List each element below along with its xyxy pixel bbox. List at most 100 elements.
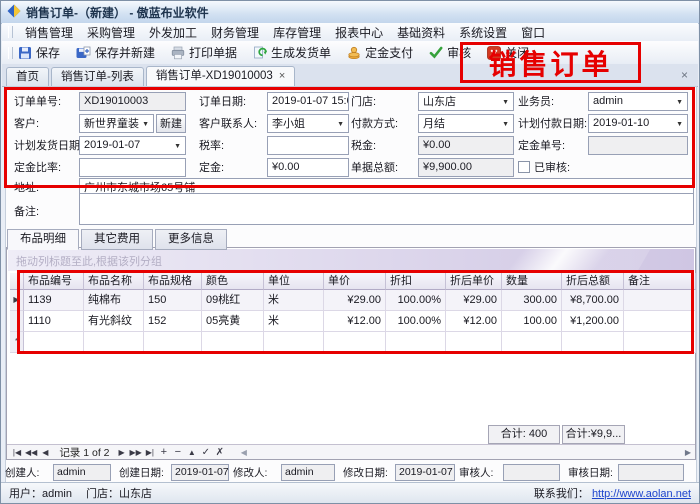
col-discounted-price[interactable]: 折后单价: [446, 273, 502, 290]
nav-last-button[interactable]: ▶|: [144, 448, 156, 457]
menu-basedata[interactable]: 基础资料: [390, 23, 452, 42]
grid-cell[interactable]: ¥12.00: [446, 311, 502, 332]
website-link[interactable]: http://www.aolan.net: [592, 488, 691, 500]
combo-arrow-icon[interactable]: [674, 95, 683, 107]
group-by-panel[interactable]: 拖动列标题至此,根据该列分组: [8, 249, 694, 271]
tab-other-fees[interactable]: 其它费用: [81, 229, 153, 250]
col-fabric-code[interactable]: 布品编号: [24, 273, 84, 290]
nav-next-page-button[interactable]: ▶▶: [130, 448, 142, 457]
grid-cell[interactable]: 米: [264, 290, 324, 311]
menu-sales[interactable]: 销售管理: [18, 23, 80, 42]
save-and-new-button[interactable]: 保存并新建: [76, 44, 155, 61]
grid-cell[interactable]: 米: [264, 311, 324, 332]
deposit-no-field[interactable]: [588, 136, 688, 155]
tabstrip-close-icon[interactable]: ×: [681, 68, 688, 82]
grid-append-row[interactable]: *: [10, 332, 696, 353]
hscroll-right-icon[interactable]: ▶: [685, 448, 691, 457]
grid-cell[interactable]: [562, 332, 624, 353]
col-unit-price[interactable]: 单价: [324, 273, 386, 290]
menu-purchase[interactable]: 采购管理: [80, 23, 142, 42]
plan-pay-date-field[interactable]: 2019-01-10: [588, 114, 688, 133]
grid-cell[interactable]: 100.00%: [386, 290, 446, 311]
grid-row[interactable]: ▶ 1139 纯棉布 150 09桃红 米 ¥29.00 100.00% ¥29…: [10, 290, 696, 311]
menu-settings[interactable]: 系统设置: [452, 23, 514, 42]
nav-next-button[interactable]: ▶: [116, 448, 128, 457]
grid-cell[interactable]: 纯棉布: [84, 290, 144, 311]
nav-prev-page-button[interactable]: ◀◀: [25, 448, 37, 457]
grid-cell[interactable]: ¥29.00: [446, 290, 502, 311]
nav-edit-button[interactable]: ▲: [186, 448, 198, 457]
grid-cell[interactable]: 05亮黄: [202, 311, 264, 332]
grid-cell[interactable]: 有光斜纹: [84, 311, 144, 332]
order-date-field[interactable]: 2019-01-07 15:01: [267, 92, 349, 111]
menu-inventory[interactable]: 库存管理: [266, 23, 328, 42]
generate-delivery-button[interactable]: 生成发货单: [253, 44, 331, 61]
combo-arrow-icon[interactable]: [500, 117, 509, 129]
grid-cell[interactable]: ¥1,200.00: [562, 311, 624, 332]
grid-cell[interactable]: 1139: [24, 290, 84, 311]
combo-arrow-icon[interactable]: [172, 139, 181, 151]
tax-rate-field[interactable]: [267, 136, 349, 155]
grid-cell[interactable]: 1110: [24, 311, 84, 332]
grid-cell[interactable]: 150: [144, 290, 202, 311]
grid-cell[interactable]: 100.00%: [386, 311, 446, 332]
tax-field[interactable]: ¥0.00: [418, 136, 514, 155]
grid-cell[interactable]: [24, 332, 84, 353]
grid-row[interactable]: 1110 有光斜纹 152 05亮黄 米 ¥12.00 100.00% ¥12.…: [10, 311, 696, 332]
tab-more-info[interactable]: 更多信息: [155, 229, 227, 250]
payment-field[interactable]: 月结: [418, 114, 514, 133]
nav-first-button[interactable]: |◀: [11, 448, 23, 457]
nav-delete-button[interactable]: −: [172, 446, 184, 458]
grid-cell[interactable]: [624, 290, 696, 311]
grid-cell[interactable]: 300.00: [502, 290, 562, 311]
customer-field[interactable]: 新世界童装: [79, 114, 154, 133]
hscroll-left-icon[interactable]: ◀: [238, 448, 250, 457]
grid-cell[interactable]: 100.00: [502, 311, 562, 332]
audited-checkbox[interactable]: [518, 161, 530, 173]
grid-cell[interactable]: [144, 332, 202, 353]
print-button[interactable]: 打印单据: [171, 44, 237, 61]
deposit-rate-field[interactable]: [79, 158, 186, 177]
total-field[interactable]: ¥9,900.00: [418, 158, 514, 177]
nav-add-button[interactable]: +: [158, 446, 170, 458]
tab-home[interactable]: 首页: [6, 67, 49, 86]
audit-button[interactable]: 审核: [429, 44, 471, 61]
col-remark[interactable]: 备注: [624, 273, 696, 290]
col-fabric-spec[interactable]: 布品规格: [144, 273, 202, 290]
order-no-field[interactable]: XD19010003: [79, 92, 186, 111]
grid-cell[interactable]: [202, 332, 264, 353]
close-button[interactable]: 关闭: [487, 44, 529, 61]
grid-cell[interactable]: ¥8,700.00: [562, 290, 624, 311]
grid-cell[interactable]: [84, 332, 144, 353]
new-customer-button[interactable]: 新建: [156, 114, 186, 133]
grid-cell[interactable]: ¥29.00: [324, 290, 386, 311]
deposit-field[interactable]: ¥0.00: [267, 158, 349, 177]
nav-cancel-button[interactable]: ✗: [214, 447, 226, 458]
deposit-pay-button[interactable]: 定金支付: [347, 44, 413, 61]
combo-arrow-icon[interactable]: [140, 117, 149, 129]
col-quantity[interactable]: 数量: [502, 273, 562, 290]
menu-outsource[interactable]: 外发加工: [142, 23, 204, 42]
grid-cell[interactable]: [264, 332, 324, 353]
grid-cell[interactable]: [324, 332, 386, 353]
grid-cell[interactable]: 09桃红: [202, 290, 264, 311]
nav-commit-button[interactable]: ✓: [200, 447, 212, 458]
tab-fabric-detail[interactable]: 布品明细: [7, 229, 79, 250]
nav-prev-button[interactable]: ◀: [39, 448, 51, 457]
menu-window[interactable]: 窗口: [514, 23, 552, 42]
grid-cell[interactable]: ¥12.00: [324, 311, 386, 332]
col-unit[interactable]: 单位: [264, 273, 324, 290]
grid-cell[interactable]: [624, 332, 696, 353]
contact-field[interactable]: 李小姐: [267, 114, 349, 133]
grid-cell[interactable]: [446, 332, 502, 353]
col-color[interactable]: 颜色: [202, 273, 264, 290]
col-discounted-total[interactable]: 折后总额: [562, 273, 624, 290]
grid-cell[interactable]: [624, 311, 696, 332]
save-button[interactable]: 保存: [18, 44, 60, 61]
combo-arrow-icon[interactable]: [674, 117, 683, 129]
grid-cell[interactable]: [386, 332, 446, 353]
remark-field[interactable]: [79, 193, 694, 225]
combo-arrow-icon[interactable]: [335, 117, 344, 129]
menu-finance[interactable]: 财务管理: [204, 23, 266, 42]
plan-ship-date-field[interactable]: 2019-01-07: [79, 136, 186, 155]
